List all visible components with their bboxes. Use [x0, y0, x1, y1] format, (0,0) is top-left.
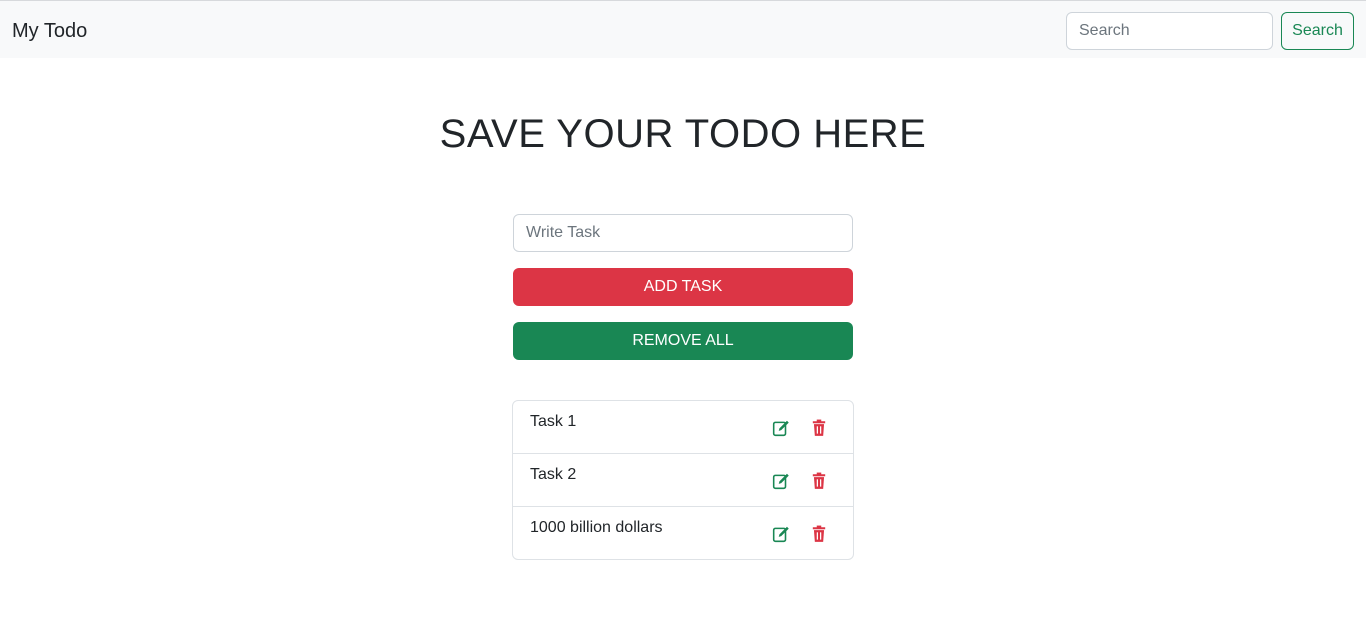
- edit-icon[interactable]: [772, 472, 790, 490]
- remove-all-button[interactable]: REMOVE ALL: [513, 322, 853, 360]
- task-text: Task 2: [530, 466, 577, 483]
- search-button[interactable]: Search: [1281, 12, 1354, 50]
- edit-icon[interactable]: [772, 419, 790, 437]
- search-input[interactable]: [1066, 12, 1273, 50]
- task-list: Task 1 Task 2 1000 billion dollars: [512, 400, 854, 560]
- task-text: 1000 billion dollars: [530, 519, 663, 536]
- trash-icon[interactable]: [810, 419, 828, 437]
- navbar: My Todo Search: [0, 0, 1366, 58]
- trash-icon[interactable]: [810, 472, 828, 490]
- trash-icon[interactable]: [810, 525, 828, 543]
- task-item: Task 1: [513, 401, 853, 454]
- page-title: SAVE YOUR TODO HERE: [439, 112, 927, 156]
- edit-icon[interactable]: [772, 525, 790, 543]
- task-text: Task 1: [530, 413, 577, 430]
- brand-title[interactable]: My Todo: [12, 18, 87, 44]
- task-item: 1000 billion dollars: [513, 507, 853, 559]
- add-task-button[interactable]: ADD TASK: [513, 268, 853, 306]
- task-item: Task 2: [513, 454, 853, 507]
- task-input[interactable]: [513, 214, 853, 252]
